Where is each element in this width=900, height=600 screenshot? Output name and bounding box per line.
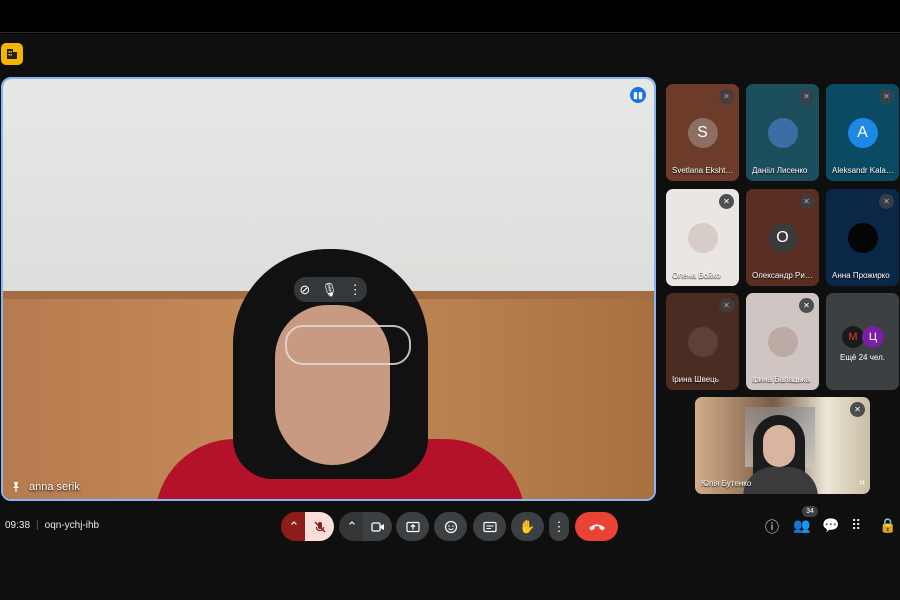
participant-name: Svetlana Ekshtein bbox=[672, 166, 736, 175]
mic-off-icon: ✕ bbox=[719, 194, 734, 209]
participant-name: Олександр Рибалко bbox=[752, 271, 816, 280]
reactions-button[interactable] bbox=[434, 512, 467, 541]
chevron-up-icon: ⌃ bbox=[346, 518, 358, 534]
meeting-code: oqn-ychj-ihb bbox=[44, 520, 100, 531]
mic-off-icon: ✕ bbox=[799, 298, 814, 313]
chat-icon[interactable]: 💬 bbox=[822, 517, 839, 534]
participant-avatar bbox=[687, 326, 718, 357]
participant-avatar: О bbox=[767, 222, 798, 253]
bottom-toolbar: 09:38 | oqn-ychj-ihb ⌃ ⌃ ✋ ⋮ ⓘ 👥 💬 ⠿ 🔒 bbox=[0, 505, 900, 547]
participant-avatar bbox=[687, 222, 718, 253]
present-screen-icon bbox=[405, 521, 420, 532]
participant-tile[interactable]: ✕ Олена Бойко bbox=[666, 189, 739, 286]
participant-tile[interactable]: ✕ Данііл Лисенко bbox=[746, 84, 819, 181]
participant-tile[interactable]: ✕ Ірина Балацька bbox=[746, 293, 819, 390]
participant-name: Aleksandr Kalashnikov bbox=[832, 166, 896, 175]
main-speaker-label: anna serik bbox=[11, 481, 80, 493]
self-video-face bbox=[763, 425, 795, 467]
mic-off-icon: ✕ bbox=[719, 89, 734, 104]
meeting-time: 09:38 bbox=[5, 520, 31, 531]
meeting-details-icon[interactable]: ⓘ bbox=[765, 517, 779, 537]
meeting-info: 09:38 | oqn-ychj-ihb bbox=[5, 520, 99, 531]
more-options-button[interactable]: ⋮ bbox=[549, 512, 569, 541]
participant-tile[interactable]: ✕ Ірина Швець bbox=[666, 293, 739, 390]
self-view-name: Юлія Бутенко bbox=[701, 479, 752, 488]
participant-name: Ірина Швець bbox=[672, 375, 719, 384]
microphone-toggle-button[interactable] bbox=[305, 512, 334, 541]
building-icon bbox=[7, 49, 17, 59]
audio-options-button[interactable]: ⌃ bbox=[281, 512, 307, 541]
mic-off-icon: ✕ bbox=[799, 194, 814, 209]
leave-call-button[interactable] bbox=[575, 512, 618, 541]
more-vertical-icon: ⋮ bbox=[552, 518, 566, 534]
mic-off-icon bbox=[314, 521, 325, 532]
top-bar bbox=[0, 0, 900, 33]
more-options-icon[interactable]: ⋮ bbox=[349, 282, 362, 298]
meeting-info-separator: | bbox=[36, 520, 39, 531]
participant-name: Ірина Балацька bbox=[752, 375, 810, 384]
participant-name: Данііл Лисенко bbox=[752, 166, 808, 175]
camera-icon bbox=[370, 521, 384, 532]
hand-icon: ✋ bbox=[519, 518, 536, 534]
participant-tile[interactable]: ✕ Анна Прожирко bbox=[826, 189, 899, 286]
participant-tile[interactable]: О✕ Олександр Рибалко bbox=[746, 189, 819, 286]
emoji-icon bbox=[444, 520, 457, 533]
mic-off-icon: ✕ bbox=[719, 298, 734, 313]
participants-count-badge: 34 bbox=[802, 506, 818, 517]
tile-hover-controls: ⊘ 🎙 ⋮ bbox=[294, 277, 367, 302]
mic-off-icon: ✕ bbox=[799, 89, 814, 104]
main-speaker-tile[interactable]: ⊘ 🎙 ⋮ ▮▮ anna serik bbox=[1, 77, 656, 501]
chevron-up-icon: ⌃ bbox=[288, 518, 300, 534]
mic-off-icon: ✕ bbox=[850, 402, 865, 417]
self-view-tile[interactable]: ✕ Юлія Бутенко ⌗ bbox=[695, 397, 870, 494]
speaker-video-glasses bbox=[285, 325, 411, 365]
microphone-icon[interactable]: 🎙 bbox=[321, 282, 338, 298]
mic-off-icon: ✕ bbox=[879, 194, 894, 209]
participant-tile[interactable]: A✕ Aleksandr Kalashnikov bbox=[826, 84, 899, 181]
main-speaker-name: anna serik bbox=[29, 481, 80, 493]
more-avatar-2: Ц bbox=[862, 326, 884, 348]
participant-avatar: A bbox=[847, 117, 878, 148]
activity-badge[interactable] bbox=[1, 43, 23, 65]
captions-icon bbox=[482, 521, 497, 532]
activities-icon[interactable]: ⠿ bbox=[851, 517, 861, 534]
present-screen-button[interactable] bbox=[396, 512, 429, 541]
people-icon[interactable]: 👥 bbox=[793, 517, 810, 534]
more-avatar-1: M bbox=[842, 326, 864, 348]
host-controls-icon[interactable]: 🔒 bbox=[879, 517, 896, 534]
camera-toggle-button[interactable] bbox=[363, 512, 392, 541]
participant-avatar bbox=[767, 326, 798, 357]
participant-avatar bbox=[767, 117, 798, 148]
participant-avatar: S bbox=[687, 117, 718, 148]
more-participants-tile[interactable]: M Ц Ещё 24 чел. bbox=[826, 293, 899, 390]
audio-wave-icon: ▮▮ bbox=[630, 87, 646, 103]
raise-hand-button[interactable]: ✋ bbox=[511, 512, 544, 541]
unpin-icon[interactable]: ⊘ bbox=[299, 282, 310, 298]
participant-name: Анна Прожирко bbox=[832, 271, 890, 280]
more-participants-label: Ещё 24 чел. bbox=[840, 353, 885, 362]
crop-icon[interactable]: ⌗ bbox=[859, 478, 865, 489]
pin-icon bbox=[13, 482, 19, 492]
video-options-button[interactable]: ⌃ bbox=[339, 512, 365, 541]
participant-avatar bbox=[847, 222, 878, 253]
mic-off-icon: ✕ bbox=[879, 89, 894, 104]
captions-button[interactable] bbox=[473, 512, 506, 541]
participant-tile[interactable]: S ✕ Svetlana Ekshtein bbox=[666, 84, 739, 181]
participant-name: Олена Бойко bbox=[672, 271, 721, 280]
hang-up-icon bbox=[588, 524, 605, 530]
